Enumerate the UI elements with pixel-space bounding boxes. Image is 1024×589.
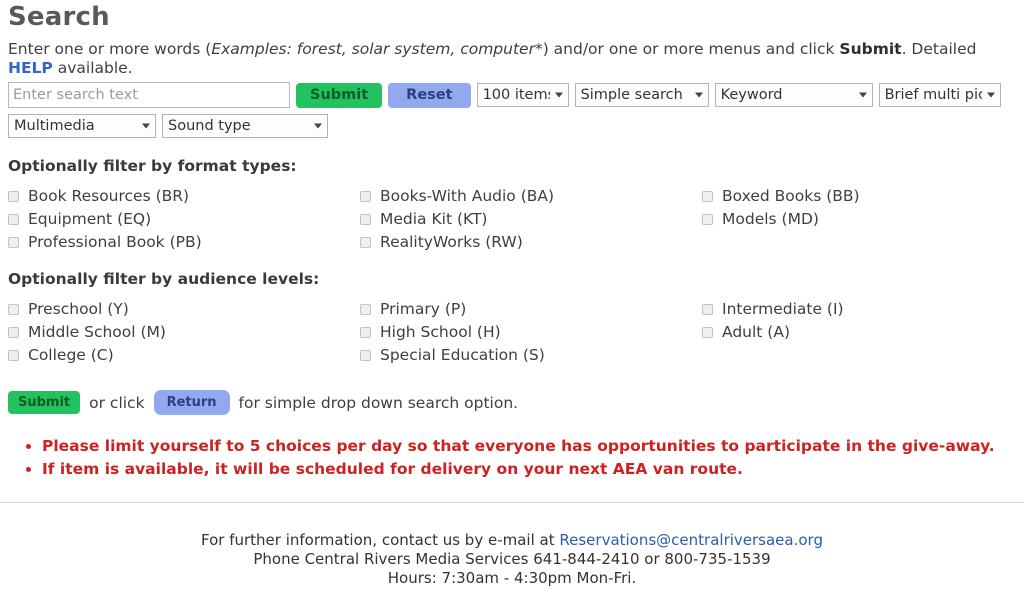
- checkbox-label: Preschool (Y): [28, 300, 129, 318]
- help-link[interactable]: HELP: [8, 59, 53, 77]
- checkbox-box-icon[interactable]: [8, 190, 19, 202]
- media-type-select[interactable]: Multimedia: [8, 114, 156, 138]
- submit-button-bottom[interactable]: Submit: [8, 391, 81, 414]
- checkbox-label: Books-With Audio (BA): [380, 187, 555, 205]
- format-types-heading: Optionally filter by format types:: [8, 157, 297, 175]
- checkbox-models[interactable]: Models (MD): [702, 210, 1016, 228]
- footer-email-prefix: For further information, contact us by e…: [201, 531, 560, 549]
- items-count-select[interactable]: 100 items: [476, 83, 569, 107]
- checkbox-box-icon[interactable]: [702, 326, 713, 338]
- search-mode-select-wrap: Simple search: [574, 83, 709, 107]
- submit-button-top[interactable]: Submit: [296, 82, 383, 108]
- primary-controls-row: Submit Reset 100 items Simple search Key…: [8, 82, 1016, 108]
- checkbox-label: Primary (P): [380, 300, 467, 318]
- footer-line-hours: Hours: 7:30am - 4:30pm Mon-Fri.: [387, 569, 637, 587]
- checkbox-label: College (C): [28, 346, 114, 364]
- checkbox-books-with-audio[interactable]: Books-With Audio (BA): [360, 187, 702, 205]
- audience-levels-heading: Optionally filter by audience levels:: [8, 270, 320, 288]
- display-format-select[interactable]: Brief multi pick: [878, 83, 1001, 107]
- checkbox-box-icon[interactable]: [8, 213, 19, 225]
- search-field-select[interactable]: Keyword: [714, 83, 873, 107]
- reset-button[interactable]: Reset: [388, 82, 471, 108]
- checkbox-label: Adult (A): [722, 323, 791, 341]
- footer-line-phone: Phone Central Rivers Media Services 641-…: [253, 550, 771, 568]
- checkbox-book-resources[interactable]: Book Resources (BR): [8, 187, 360, 205]
- checkbox-label: Professional Book (PB): [28, 233, 202, 251]
- notice-item: If item is available, it will be schedul…: [42, 458, 1016, 481]
- checkbox-label: Intermediate (I): [722, 300, 844, 318]
- audience-grid-spacer: [702, 346, 1016, 364]
- footer: For further information, contact us by e…: [0, 531, 1024, 588]
- footer-line-email: For further information, contact us by e…: [0, 531, 1024, 550]
- search-input[interactable]: [8, 82, 290, 108]
- checkbox-label: Equipment (EQ): [28, 210, 152, 228]
- intro-paragraph: Enter one or more words (Examples: fores…: [8, 40, 1016, 78]
- checkbox-boxed-books[interactable]: Boxed Books (BB): [702, 187, 1016, 205]
- secondary-controls-row: Multimedia Sound type: [8, 114, 1016, 138]
- checkbox-intermediate[interactable]: Intermediate (I): [702, 300, 1016, 318]
- checkbox-box-icon[interactable]: [8, 303, 19, 315]
- checkbox-box-icon[interactable]: [8, 349, 19, 361]
- notice-item: Please limit yourself to 5 choices per d…: [42, 435, 1016, 458]
- checkbox-box-icon[interactable]: [702, 190, 713, 202]
- media-type-select-wrap: Multimedia: [8, 114, 156, 138]
- checkbox-label: Book Resources (BR): [28, 187, 190, 205]
- intro-examples: Examples: forest, solar system, computer…: [211, 40, 543, 58]
- checkbox-middle-school[interactable]: Middle School (M): [8, 323, 360, 341]
- display-format-select-wrap: Brief multi pick: [878, 83, 1001, 107]
- return-button[interactable]: Return: [153, 390, 230, 415]
- checkbox-label: Special Education (S): [380, 346, 545, 364]
- checkbox-box-icon[interactable]: [702, 303, 713, 315]
- checkbox-box-icon[interactable]: [8, 326, 19, 338]
- checkbox-preschool[interactable]: Preschool (Y): [8, 300, 360, 318]
- checkbox-box-icon[interactable]: [360, 236, 371, 248]
- checkbox-box-icon[interactable]: [360, 326, 371, 338]
- checkbox-primary[interactable]: Primary (P): [360, 300, 702, 318]
- checkbox-box-icon[interactable]: [360, 213, 371, 225]
- footer-divider: [0, 502, 1024, 503]
- checkbox-box-icon[interactable]: [360, 190, 371, 202]
- bottom-submit-row: Submit or click Return for simple drop d…: [8, 390, 1016, 415]
- email-link[interactable]: Reservations@centralriversaea.org: [559, 531, 823, 549]
- or-click-text: or click: [89, 393, 145, 412]
- checkbox-realityworks[interactable]: RealityWorks (RW): [360, 233, 702, 251]
- items-count-select-wrap: 100 items: [476, 83, 569, 107]
- checkbox-label: Media Kit (KT): [380, 210, 488, 228]
- search-mode-select[interactable]: Simple search: [574, 83, 709, 107]
- intro-text-part1: Enter one or more words (: [8, 40, 212, 58]
- format-types-checkbox-grid: Book Resources (BR) Books-With Audio (BA…: [8, 187, 1016, 251]
- checkbox-box-icon[interactable]: [360, 349, 371, 361]
- search-field-select-wrap: Keyword: [714, 83, 873, 107]
- checkbox-special-education[interactable]: Special Education (S): [360, 346, 702, 364]
- format-grid-spacer: [702, 233, 1016, 251]
- sound-type-select[interactable]: Sound type: [162, 114, 328, 138]
- checkbox-label: RealityWorks (RW): [380, 233, 523, 251]
- search-page: Search Enter one or more words (Examples…: [0, 0, 1024, 481]
- checkbox-high-school[interactable]: High School (H): [360, 323, 702, 341]
- notice-list: Please limit yourself to 5 choices per d…: [8, 435, 1016, 481]
- intro-text-part4: available.: [52, 59, 133, 77]
- checkbox-label: Boxed Books (BB): [722, 187, 860, 205]
- page-title: Search: [8, 2, 110, 32]
- audience-levels-checkbox-grid: Preschool (Y) Primary (P) Intermediate (…: [8, 300, 1016, 364]
- checkbox-label: High School (H): [380, 323, 501, 341]
- checkbox-box-icon[interactable]: [702, 213, 713, 225]
- checkbox-label: Models (MD): [722, 210, 819, 228]
- intro-text-part3: . Detailed: [901, 40, 977, 58]
- intro-submit-word: Submit: [839, 40, 902, 58]
- checkbox-media-kit[interactable]: Media Kit (KT): [360, 210, 702, 228]
- sound-type-select-wrap: Sound type: [162, 114, 328, 138]
- checkbox-adult[interactable]: Adult (A): [702, 323, 1016, 341]
- checkbox-equipment[interactable]: Equipment (EQ): [8, 210, 360, 228]
- checkbox-college[interactable]: College (C): [8, 346, 360, 364]
- simple-search-hint: for simple drop down search option.: [238, 393, 519, 412]
- intro-text-part2: ) and/or one or more menus and click: [542, 40, 840, 58]
- checkbox-label: Middle School (M): [28, 323, 166, 341]
- checkbox-professional-book[interactable]: Professional Book (PB): [8, 233, 360, 251]
- checkbox-box-icon[interactable]: [8, 236, 19, 248]
- checkbox-box-icon[interactable]: [360, 303, 371, 315]
